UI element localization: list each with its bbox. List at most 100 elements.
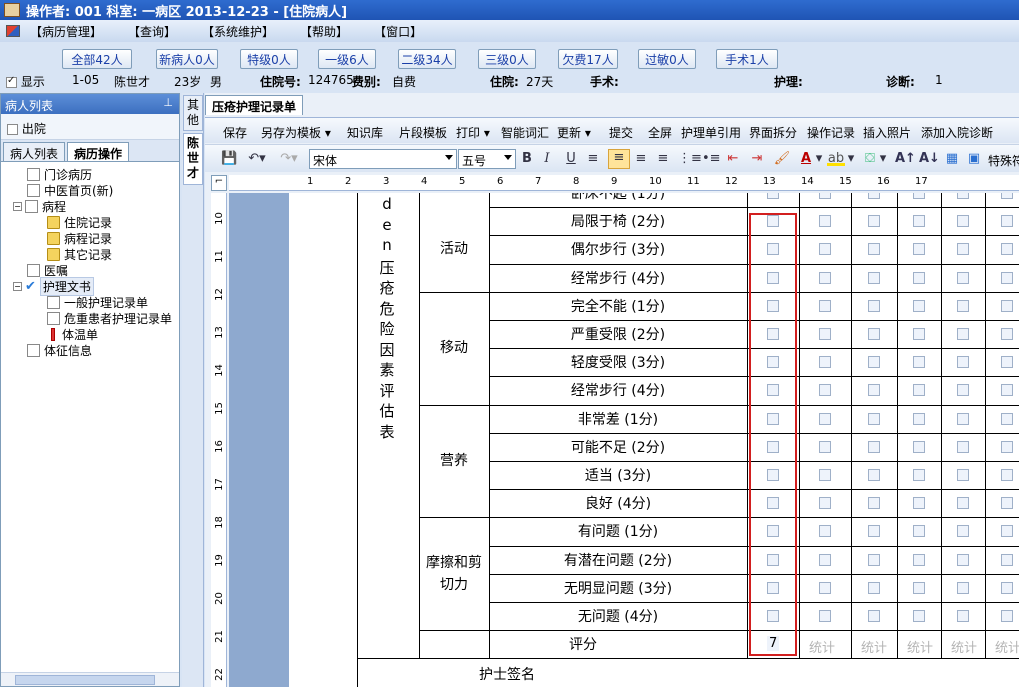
nursing-reference-command[interactable]: 护理单引用 <box>681 124 741 141</box>
collapse-icon[interactable]: − <box>13 201 22 211</box>
tree-item-admission-record[interactable]: 住院记录 <box>47 214 112 230</box>
format-painter-icon[interactable]: 🖌 <box>773 151 791 167</box>
grow-font-icon[interactable]: A↑ <box>895 151 916 167</box>
score-checkbox[interactable] <box>913 412 925 425</box>
stat-placeholder[interactable]: 统计 <box>907 637 933 656</box>
stat-placeholder[interactable]: 统计 <box>861 637 887 656</box>
tree-horizontal-scrollbar[interactable] <box>1 672 179 686</box>
save-command[interactable]: 保存 <box>223 124 247 141</box>
dropdown-arrow-icon[interactable]: ▾ <box>815 151 823 167</box>
smart-vocab-command[interactable]: 智能词汇 <box>501 124 549 141</box>
dropdown-arrow-icon[interactable]: ▾ <box>879 151 887 167</box>
score-checkbox[interactable] <box>819 384 831 397</box>
score-checkbox[interactable] <box>868 384 880 397</box>
score-checkbox[interactable] <box>868 440 880 453</box>
tab-patient-chenshicai[interactable]: 陈世才 <box>183 133 203 185</box>
italic-icon[interactable]: I <box>539 151 555 167</box>
stat-placeholder[interactable]: 统计 <box>995 637 1019 656</box>
table-icon[interactable]: ▦ <box>943 151 961 167</box>
justify-icon[interactable]: ≡ <box>655 151 671 167</box>
score-checkbox[interactable] <box>957 581 969 594</box>
show-checkbox[interactable] <box>6 75 17 88</box>
print-command[interactable]: 打印 ▾ <box>456 124 490 141</box>
score-checkbox[interactable] <box>868 581 880 594</box>
filter-all-button[interactable]: 全部42人 <box>62 49 132 69</box>
tree-item-critical-nursing[interactable]: 危重患者护理记录单 <box>47 310 172 326</box>
filter-allergy-button[interactable]: 过敏0人 <box>638 49 696 69</box>
align-right-icon[interactable]: ≡ <box>633 151 649 167</box>
filter-special-level-button[interactable]: 特级0人 <box>240 49 298 69</box>
menu-help[interactable]: 【帮助】 <box>300 23 348 40</box>
pin-icon[interactable]: ⊥ <box>163 96 173 109</box>
score-checkbox[interactable] <box>913 469 925 481</box>
tree-item-course-record[interactable]: 病程记录 <box>47 230 112 246</box>
score-checkbox[interactable] <box>913 384 925 397</box>
score-checkbox[interactable] <box>957 215 969 228</box>
save-icon[interactable]: 💾 <box>221 151 237 167</box>
score-checkbox[interactable] <box>868 553 880 566</box>
score-checkbox[interactable] <box>868 356 880 369</box>
filter-level2-button[interactable]: 二级34人 <box>398 49 456 69</box>
undo-icon[interactable]: ↶▾ <box>243 151 271 167</box>
tree-item-vital-signs[interactable]: 体征信息 <box>27 342 92 358</box>
score-checkbox[interactable] <box>1001 299 1013 312</box>
tree-item-tcm-homepage[interactable]: 中医首页(新) <box>27 182 113 198</box>
score-checkbox[interactable] <box>913 215 925 228</box>
tab-pressure-ulcer-record[interactable]: 压疮护理记录单 <box>205 95 304 115</box>
score-checkbox[interactable] <box>868 299 880 312</box>
align-left-icon[interactable]: ≡ <box>585 151 601 167</box>
score-checkbox[interactable] <box>819 525 831 538</box>
score-checkbox[interactable] <box>913 328 925 340</box>
insert-photo-command[interactable]: 插入照片 <box>863 124 911 141</box>
stat-placeholder[interactable]: 统计 <box>951 637 977 656</box>
tree-item-other-record[interactable]: 其它记录 <box>47 246 112 262</box>
score-checkbox[interactable] <box>913 271 925 284</box>
add-admission-diagnosis-command[interactable]: 添加入院诊断 <box>921 124 993 141</box>
fragment-template-command[interactable]: 片段模板 <box>399 124 447 141</box>
split-view-command[interactable]: 界面拆分 <box>749 124 797 141</box>
score-checkbox[interactable] <box>819 412 831 425</box>
score-checkbox[interactable] <box>957 525 969 538</box>
highlight-icon[interactable]: ab <box>827 151 845 166</box>
operation-log-command[interactable]: 操作记录 <box>807 124 855 141</box>
score-checkbox[interactable] <box>957 299 969 312</box>
score-checkbox[interactable] <box>868 469 880 481</box>
score-checkbox[interactable] <box>1001 525 1013 538</box>
ruler-tab-selector[interactable]: ⌐ <box>211 175 227 191</box>
save-as-template-command[interactable]: 另存为模板 ▾ <box>261 124 331 141</box>
score-checkbox[interactable] <box>957 412 969 425</box>
score-checkbox[interactable] <box>913 610 925 622</box>
font-size-select[interactable]: 五号 <box>458 149 516 169</box>
score-checkbox[interactable] <box>957 193 969 199</box>
scrollbar-thumb[interactable] <box>15 675 155 685</box>
score-checkbox[interactable] <box>868 243 880 256</box>
vertical-ruler[interactable]: 10 11 12 13 14 15 16 17 18 19 20 21 22 <box>211 193 227 687</box>
score-checkbox[interactable] <box>868 193 880 199</box>
score-checkbox[interactable] <box>819 497 831 510</box>
score-checkbox[interactable] <box>819 271 831 284</box>
menu-query[interactable]: 【查询】 <box>128 23 176 40</box>
score-checkbox[interactable] <box>868 525 880 538</box>
knowledge-base-command[interactable]: 知识库 <box>347 124 383 141</box>
collapse-icon[interactable]: − <box>13 281 22 291</box>
score-checkbox[interactable] <box>868 610 880 622</box>
font-color-icon[interactable]: A <box>797 151 815 167</box>
bullet-list-icon[interactable]: •≡ <box>702 151 721 167</box>
tab-other[interactable]: 其他 <box>183 95 203 131</box>
tree-item-general-nursing[interactable]: 一般护理记录单 <box>47 294 148 310</box>
filter-new-button[interactable]: 新病人0人 <box>156 49 218 69</box>
image-icon[interactable]: ▣ <box>965 151 983 167</box>
filter-arrears-button[interactable]: 欠费17人 <box>558 49 618 69</box>
fullscreen-command[interactable]: 全屏 <box>648 124 672 141</box>
discharge-checkbox[interactable] <box>7 124 18 135</box>
special-chars-button[interactable]: 特殊符 <box>988 152 1019 169</box>
menu-window[interactable]: 【窗口】 <box>374 23 422 40</box>
score-checkbox[interactable] <box>1001 553 1013 566</box>
score-checkbox[interactable] <box>868 412 880 425</box>
score-checkbox[interactable] <box>1001 610 1013 622</box>
score-checkbox[interactable] <box>868 215 880 228</box>
score-checkbox[interactable] <box>819 299 831 312</box>
score-checkbox[interactable] <box>1001 412 1013 425</box>
score-checkbox[interactable] <box>913 356 925 369</box>
score-checkbox[interactable] <box>913 497 925 510</box>
